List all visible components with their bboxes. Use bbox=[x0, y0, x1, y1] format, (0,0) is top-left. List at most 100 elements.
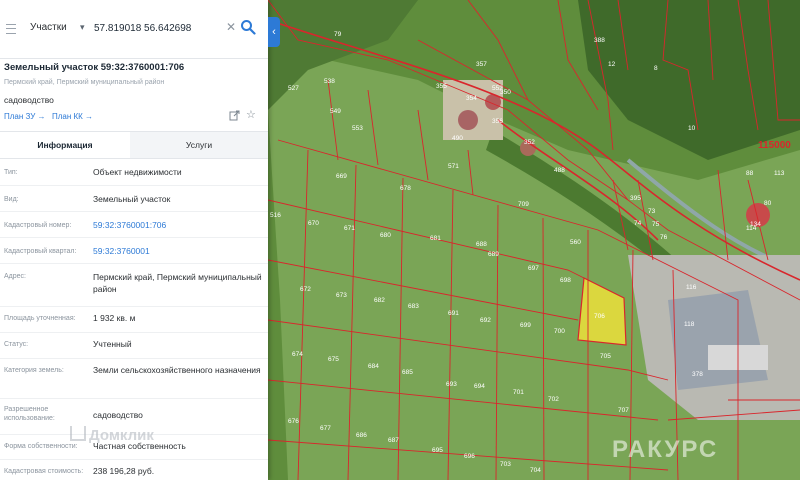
parcel-number-label[interactable]: 490 bbox=[452, 135, 463, 142]
info-row-value: 1 932 кв. м bbox=[93, 313, 136, 323]
parcel-number-label[interactable]: 693 bbox=[446, 381, 457, 388]
parcel-number-label[interactable]: 706 bbox=[594, 313, 605, 320]
info-row-value: Земли сельскохозяйственного назначения bbox=[93, 365, 261, 375]
parcel-number-label[interactable]: 356 bbox=[492, 118, 503, 125]
parcel-number-label[interactable]: 675 bbox=[328, 356, 339, 363]
chevron-down-icon[interactable]: ▾ bbox=[80, 22, 85, 33]
parcel-number-label[interactable]: 696 bbox=[464, 453, 475, 460]
parcel-number-label[interactable]: 683 bbox=[408, 303, 419, 310]
parcel-number-label[interactable]: 357 bbox=[476, 61, 487, 68]
parcel-number-label[interactable]: 686 bbox=[356, 432, 367, 439]
parcel-number-label[interactable]: 671 bbox=[344, 225, 355, 232]
parcel-number-label[interactable]: 553 bbox=[352, 125, 363, 132]
parcel-number-label[interactable]: 707 bbox=[618, 407, 629, 414]
parcel-number-label[interactable]: 680 bbox=[380, 232, 391, 239]
parcel-number-label[interactable]: 702 bbox=[548, 396, 559, 403]
search-bar: Участки ▾ ✕ bbox=[0, 0, 268, 59]
parcel-number-label[interactable]: 12 bbox=[608, 61, 616, 68]
parcel-number-label[interactable]: 354 bbox=[466, 95, 477, 102]
parcel-number-label[interactable]: 114 bbox=[746, 225, 757, 232]
parcel-number-label[interactable]: 388 bbox=[594, 37, 605, 44]
parcel-number-label[interactable]: 672 bbox=[300, 286, 311, 293]
parcel-number-label[interactable]: 678 bbox=[400, 185, 411, 192]
parcel-number-label[interactable]: 682 bbox=[374, 297, 385, 304]
parcel-number-label[interactable]: 676 bbox=[288, 418, 299, 425]
parcel-number-label[interactable]: 673 bbox=[336, 292, 347, 299]
parcel-number-label[interactable]: 538 bbox=[324, 78, 335, 85]
parcel-number-label[interactable]: 699 bbox=[520, 322, 531, 329]
info-row-value: садоводство bbox=[93, 410, 143, 420]
parcel-number-label[interactable]: 695 bbox=[432, 447, 443, 454]
parcel-number-label[interactable]: 350 bbox=[500, 89, 511, 96]
parcel-number-label[interactable]: 79 bbox=[334, 31, 342, 38]
parcel-number-label[interactable]: 674 bbox=[292, 351, 303, 358]
parcel-number-label[interactable]: 118 bbox=[684, 321, 695, 328]
parcel-number-label[interactable]: 688 bbox=[476, 241, 487, 248]
rakurs-watermark: РАКУРС bbox=[612, 436, 719, 463]
cadastral-quarter-link[interactable]: 59:32:3760001 bbox=[93, 245, 263, 257]
parcel-number-label[interactable]: 700 bbox=[554, 328, 565, 335]
parcel-number-label[interactable]: 116 bbox=[686, 284, 697, 291]
parcel-number-label[interactable]: 10 bbox=[688, 125, 696, 132]
info-row-label: Вид: bbox=[4, 196, 19, 203]
parcel-number-label[interactable]: 378 bbox=[692, 371, 703, 378]
search-icon[interactable] bbox=[240, 19, 256, 35]
parcel-number-label[interactable]: 692 bbox=[480, 317, 491, 324]
info-row-label: Тип: bbox=[4, 169, 18, 176]
parcel-number-label[interactable]: 703 bbox=[500, 461, 511, 468]
tab-information[interactable]: Информация bbox=[0, 132, 130, 158]
parcel-number-label[interactable]: 88 bbox=[746, 170, 754, 177]
parcel-number-label[interactable]: 669 bbox=[336, 173, 347, 180]
menu-icon[interactable] bbox=[6, 24, 16, 34]
parcel-number-label[interactable]: 701 bbox=[513, 389, 524, 396]
search-type-select[interactable]: Участки bbox=[30, 22, 67, 33]
parcel-number-label[interactable]: 75 bbox=[652, 221, 660, 228]
info-row-value: 238 196,28 руб. bbox=[93, 466, 155, 476]
info-row-value: Учтенный bbox=[93, 339, 132, 349]
close-icon[interactable]: ✕ bbox=[226, 20, 236, 34]
parcel-usage: садоводство bbox=[4, 95, 54, 105]
parcel-number-label[interactable]: 677 bbox=[320, 425, 331, 432]
parcel-number-label[interactable]: 709 bbox=[518, 201, 529, 208]
parcel-number-label[interactable]: 549 bbox=[330, 108, 341, 115]
info-row-label: Разрешенное использование: bbox=[4, 406, 55, 422]
parcel-number-label[interactable]: 80 bbox=[764, 200, 772, 207]
share-icon[interactable] bbox=[229, 110, 240, 121]
parcel-number-label[interactable]: 488 bbox=[554, 167, 565, 174]
parcel-number-label[interactable]: 698 bbox=[560, 277, 571, 284]
parcel-number-label[interactable]: 704 bbox=[530, 467, 541, 474]
parcel-number-label[interactable]: 516 bbox=[270, 212, 281, 219]
parcel-number-label[interactable]: 74 bbox=[634, 220, 642, 227]
parcel-number-label[interactable]: 355 bbox=[436, 83, 447, 90]
parcel-number-label[interactable]: 691 bbox=[448, 310, 459, 317]
parcel-number-label[interactable]: 352 bbox=[524, 139, 535, 146]
parcel-number-label[interactable]: 694 bbox=[474, 383, 485, 390]
parcel-number-label[interactable]: 571 bbox=[448, 163, 459, 170]
parcel-number-label[interactable]: 76 bbox=[660, 234, 668, 241]
parcel-number-label[interactable]: 687 bbox=[388, 437, 399, 444]
parcel-number-label[interactable]: 73 bbox=[648, 208, 656, 215]
tab-services[interactable]: Услуги bbox=[130, 132, 268, 158]
search-input[interactable] bbox=[94, 18, 220, 38]
parcel-number-label[interactable]: 681 bbox=[430, 235, 441, 242]
parcel-number-label[interactable]: 689 bbox=[488, 251, 499, 258]
collapse-panel-button[interactable]: ‹ bbox=[268, 17, 280, 47]
star-icon[interactable]: ☆ bbox=[246, 109, 256, 121]
parcel-number-label[interactable]: 560 bbox=[570, 239, 581, 246]
cadastral-number-link[interactable]: 59:32:3760001:706 bbox=[93, 219, 263, 231]
parcel-number-label[interactable]: 697 bbox=[528, 265, 539, 272]
parcel-number-label[interactable]: 8 bbox=[654, 65, 658, 72]
parcel-number-label[interactable]: 670 bbox=[308, 220, 319, 227]
parcel-number-label[interactable]: 705 bbox=[600, 353, 611, 360]
plan-zu-link[interactable]: План ЗУ → bbox=[4, 112, 46, 121]
plan-kk-link[interactable]: План КК → bbox=[52, 112, 93, 121]
info-row: Категория земель: Земли сельскохозяйстве… bbox=[0, 358, 268, 399]
parcel-number-label[interactable]: 684 bbox=[368, 363, 379, 370]
cadastral-map[interactable]: 669 678 670 671 680 681 688 689 672 673 682 683 691 6… bbox=[268, 0, 800, 480]
map-canvas[interactable]: 669 678 670 671 680 681 688689 672 673 682 683 691 6… bbox=[268, 0, 800, 480]
parcel-number-label[interactable]: 685 bbox=[402, 369, 413, 376]
parcel-number-label[interactable]: 395 bbox=[630, 195, 641, 202]
info-row-value: Земельный участок bbox=[93, 194, 171, 204]
parcel-number-label[interactable]: 113 bbox=[774, 170, 785, 177]
parcel-number-label[interactable]: 527 bbox=[288, 85, 299, 92]
